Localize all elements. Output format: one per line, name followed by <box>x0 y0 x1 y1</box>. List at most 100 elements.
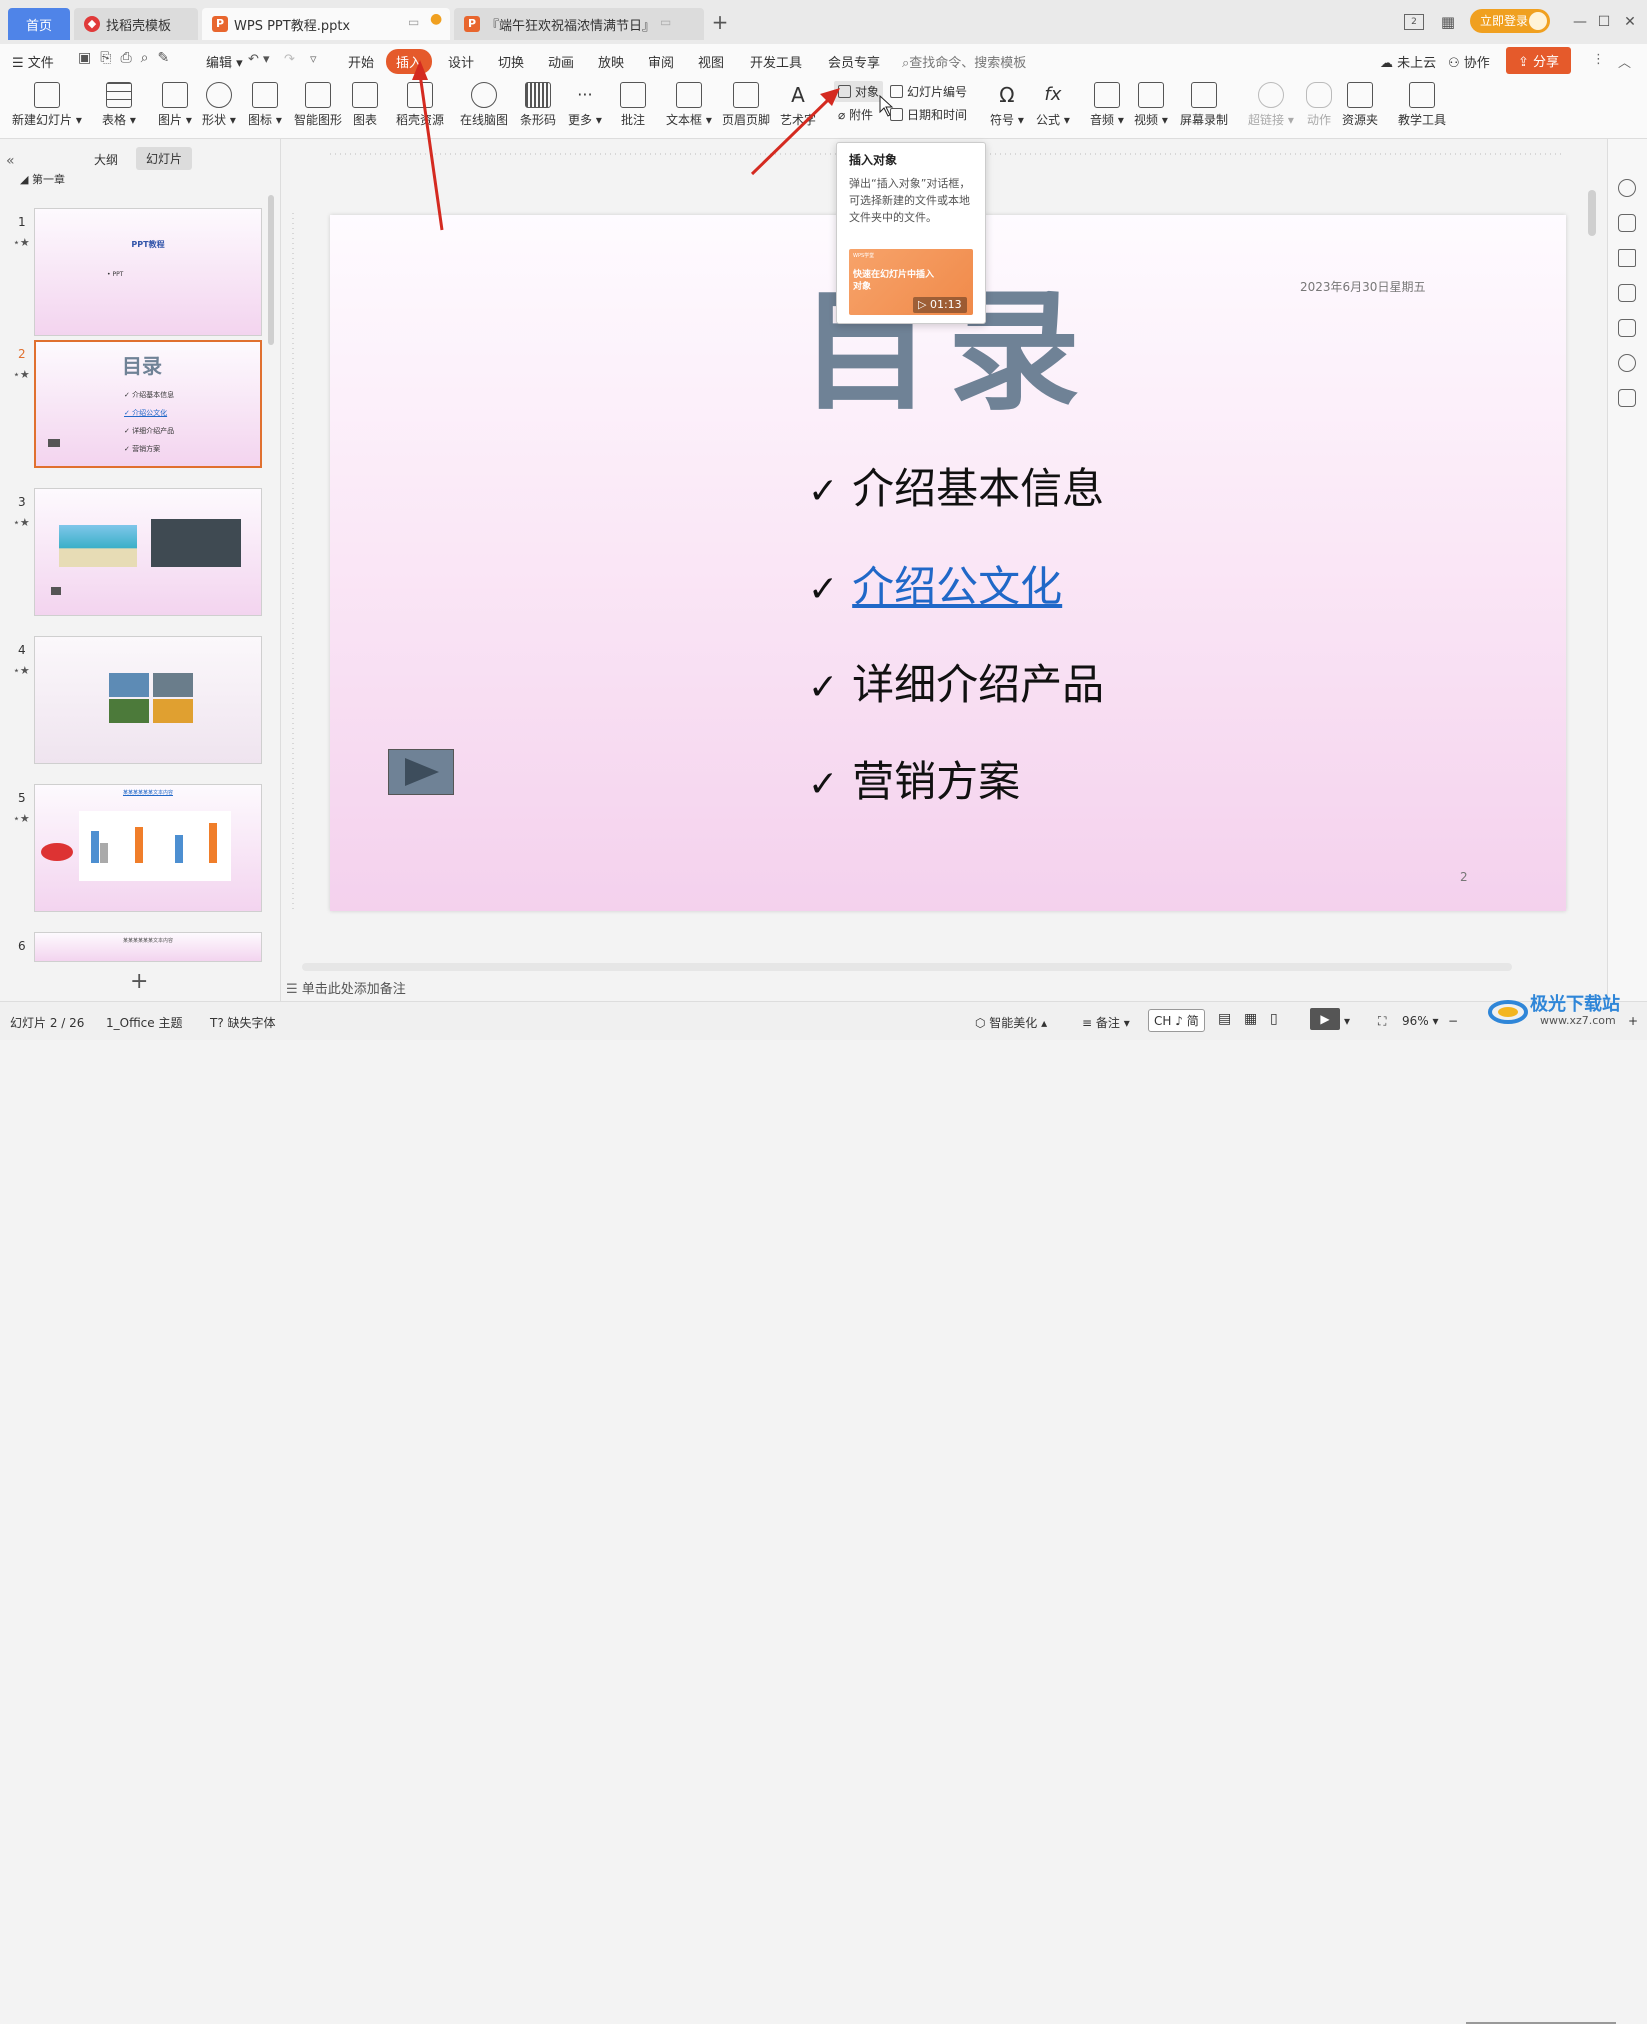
collapse-panel-icon[interactable]: « <box>6 153 15 169</box>
zoom-level[interactable]: 96% ▾ <box>1402 1014 1439 1028</box>
tooltip-video[interactable]: WPS学堂 快速在幻灯片中插入对象 ▷ 01:13 <box>849 249 973 315</box>
star-animation-icon[interactable] <box>1618 249 1636 267</box>
book-icon[interactable] <box>1618 389 1636 407</box>
transition-icon[interactable] <box>1618 284 1636 302</box>
minimize-icon[interactable]: — <box>1570 12 1590 32</box>
tab-review[interactable]: 审阅 <box>648 52 674 71</box>
notes-area[interactable]: ☰ 单击此处添加备注 <box>286 978 1586 1000</box>
attachment-button[interactable]: ⌀ 附件 <box>838 106 873 123</box>
slide-thumb-6[interactable]: 某某某某某某文本内容 <box>34 932 262 962</box>
barcode-button[interactable]: 条形码 <box>520 82 556 128</box>
tab-design[interactable]: 设计 <box>448 52 474 71</box>
normal-view-icon[interactable]: ▤ <box>1218 1011 1231 1027</box>
map-pin-icon[interactable] <box>1618 354 1636 372</box>
close-icon[interactable]: ✕ <box>1620 12 1640 32</box>
properties-icon[interactable] <box>1618 214 1636 232</box>
horizontal-scrollbar[interactable] <box>302 963 1512 971</box>
chart-button[interactable]: 图表 <box>352 82 378 128</box>
tab-dragon-festival[interactable]: P 『端午狂欢祝福浓情满节日』 ▭ <box>454 8 704 40</box>
teaching-tools-button[interactable]: 教学工具 <box>1398 82 1446 128</box>
reading-view-icon[interactable]: ▯ <box>1270 1011 1278 1027</box>
file-menu[interactable]: ☰ 文件 <box>12 52 54 71</box>
tab-animation[interactable]: 动画 <box>548 52 574 71</box>
command-search[interactable]: ⌕查找命令、搜索模板 <box>902 52 1026 71</box>
ime-indicator[interactable]: CH ♪ 简 <box>1148 1009 1205 1032</box>
slide-thumb-5[interactable]: 某某某某某某文本内容 <box>34 784 262 912</box>
fit-window-icon[interactable]: ⛶ <box>1378 1014 1386 1029</box>
section-header[interactable]: ◢ 第一章 <box>20 171 65 187</box>
new-tab-plus-icon[interactable]: + <box>710 12 730 32</box>
docer-resource-button[interactable]: 稻壳资源 <box>396 82 444 128</box>
more-button[interactable]: ··· 更多 ▾ <box>568 82 602 128</box>
collaborate-button[interactable]: ⚇ 协作 <box>1448 52 1490 71</box>
quick-access-chevron-down-icon[interactable]: ▿ <box>310 52 317 67</box>
tab-transition[interactable]: 切换 <box>498 52 524 71</box>
slide-number-button[interactable]: 幻灯片编号 <box>890 83 967 100</box>
picture-button[interactable]: 图片 ▾ <box>158 82 192 128</box>
tab-insert[interactable]: 插入 <box>386 49 433 74</box>
play-media-button[interactable] <box>388 749 454 795</box>
comment-button[interactable]: 批注 <box>620 82 646 128</box>
play-slideshow-icon[interactable]: ▶ <box>1310 1008 1340 1030</box>
maximize-icon[interactable]: ☐ <box>1594 12 1614 32</box>
zoom-out-icon[interactable]: − <box>1448 1014 1458 1028</box>
textbox-button[interactable]: 文本框 ▾ <box>666 82 712 128</box>
more-vertical-icon[interactable]: ⋮ <box>1592 52 1605 67</box>
rocket-icon[interactable] <box>1618 179 1636 197</box>
layout-icon[interactable]: 2 <box>1404 14 1424 30</box>
missing-font-button[interactable]: T? 缺失字体 <box>210 1014 276 1031</box>
undo-icon[interactable]: ↶ ▾ <box>248 52 270 67</box>
object-button[interactable]: 对象 <box>834 81 884 102</box>
audio-button[interactable]: 音频 ▾ <box>1090 82 1124 128</box>
notes-toggle-button[interactable]: ≡ 备注 ▾ <box>1082 1014 1130 1031</box>
cloud-status[interactable]: ☁ 未上云 <box>1380 52 1436 71</box>
slideshow-options-chevron-icon[interactable]: ▾ <box>1344 1014 1350 1028</box>
tab-view[interactable]: 视图 <box>698 52 724 71</box>
tab-developer[interactable]: 开发工具 <box>750 52 802 71</box>
vertical-scrollbar[interactable] <box>1588 190 1596 236</box>
redo-icon[interactable]: ↷ <box>284 52 295 67</box>
panel-scrollbar[interactable] <box>268 195 274 345</box>
tab-ppt-tutorial[interactable]: P WPS PPT教程.pptx ▭ ● <box>202 8 450 40</box>
hyperlink-button[interactable]: 超链接 ▾ <box>1248 82 1294 128</box>
tab-home[interactable]: 首页 <box>8 8 70 40</box>
smart-beautify-button[interactable]: ⬡ 智能美化 ▴ <box>975 1014 1047 1031</box>
shape-button[interactable]: 形状 ▾ <box>202 82 236 128</box>
bullet-item-4[interactable]: ✓ 营销方案 <box>808 748 1020 809</box>
tab-docer-templates[interactable]: ◆ 找稻壳模板 <box>74 8 198 40</box>
share-button[interactable]: ⇪ 分享 <box>1506 47 1572 74</box>
beautify-icon[interactable] <box>1618 319 1636 337</box>
slide-thumb-2[interactable]: 目录 ✓ 介绍基本信息 ✓ 介绍公文化 ✓ 详细介绍产品 ✓ 营销方案 <box>34 340 262 468</box>
slide-thumb-4[interactable] <box>34 636 262 764</box>
new-slide-button[interactable]: 新建幻灯片 ▾ <box>12 82 82 128</box>
slide-thumb-1[interactable]: PPT教程 • PPT <box>34 208 262 336</box>
wordart-button[interactable]: A 艺术字 <box>780 82 816 128</box>
action-button[interactable]: 动作 <box>1306 82 1332 128</box>
grid-apps-icon[interactable]: ▦ <box>1438 12 1458 32</box>
collapse-ribbon-chevron-up-icon[interactable]: ︿ <box>1618 52 1631 71</box>
bullet-item-3[interactable]: ✓ 详细介绍产品 <box>808 651 1104 712</box>
smart-art-button[interactable]: 智能图形 <box>294 82 342 128</box>
table-button[interactable]: 表格 ▾ <box>102 82 136 128</box>
tab-slideshow[interactable]: 放映 <box>598 52 624 71</box>
bullet-item-1[interactable]: ✓ 介绍基本信息 <box>808 455 1104 516</box>
slide-date[interactable]: 2023年6月30日星期五 <box>1300 278 1425 295</box>
datetime-button[interactable]: 日期和时间 <box>890 106 967 123</box>
sorter-view-icon[interactable]: ▦ <box>1244 1011 1257 1027</box>
edit-menu[interactable]: 编辑 ▾ <box>206 52 243 71</box>
slides-tab[interactable]: 幻灯片 <box>136 147 193 170</box>
add-slide-plus-icon[interactable]: + <box>130 969 148 994</box>
formula-button[interactable]: fx 公式 ▾ <box>1036 82 1070 128</box>
bullet-link-text[interactable]: 介绍公文化 <box>852 562 1062 611</box>
mindmap-button[interactable]: 在线脑图 <box>460 82 508 128</box>
bullet-item-2[interactable]: ✓ 介绍公文化 <box>808 553 1062 614</box>
login-button[interactable]: 立即登录 <box>1470 9 1550 33</box>
tab-member[interactable]: 会员专享 <box>828 52 880 71</box>
tab-start[interactable]: 开始 <box>348 52 374 71</box>
slide-thumb-3[interactable] <box>34 488 262 616</box>
icon-library-button[interactable]: 图标 ▾ <box>248 82 282 128</box>
screen-record-button[interactable]: 屏幕录制 <box>1180 82 1228 128</box>
theme-name[interactable]: 1_Office 主题 <box>106 1014 182 1031</box>
video-button[interactable]: 视频 ▾ <box>1134 82 1168 128</box>
quick-access-icons[interactable]: ▣⎘⎙⌕✎ <box>78 50 178 66</box>
